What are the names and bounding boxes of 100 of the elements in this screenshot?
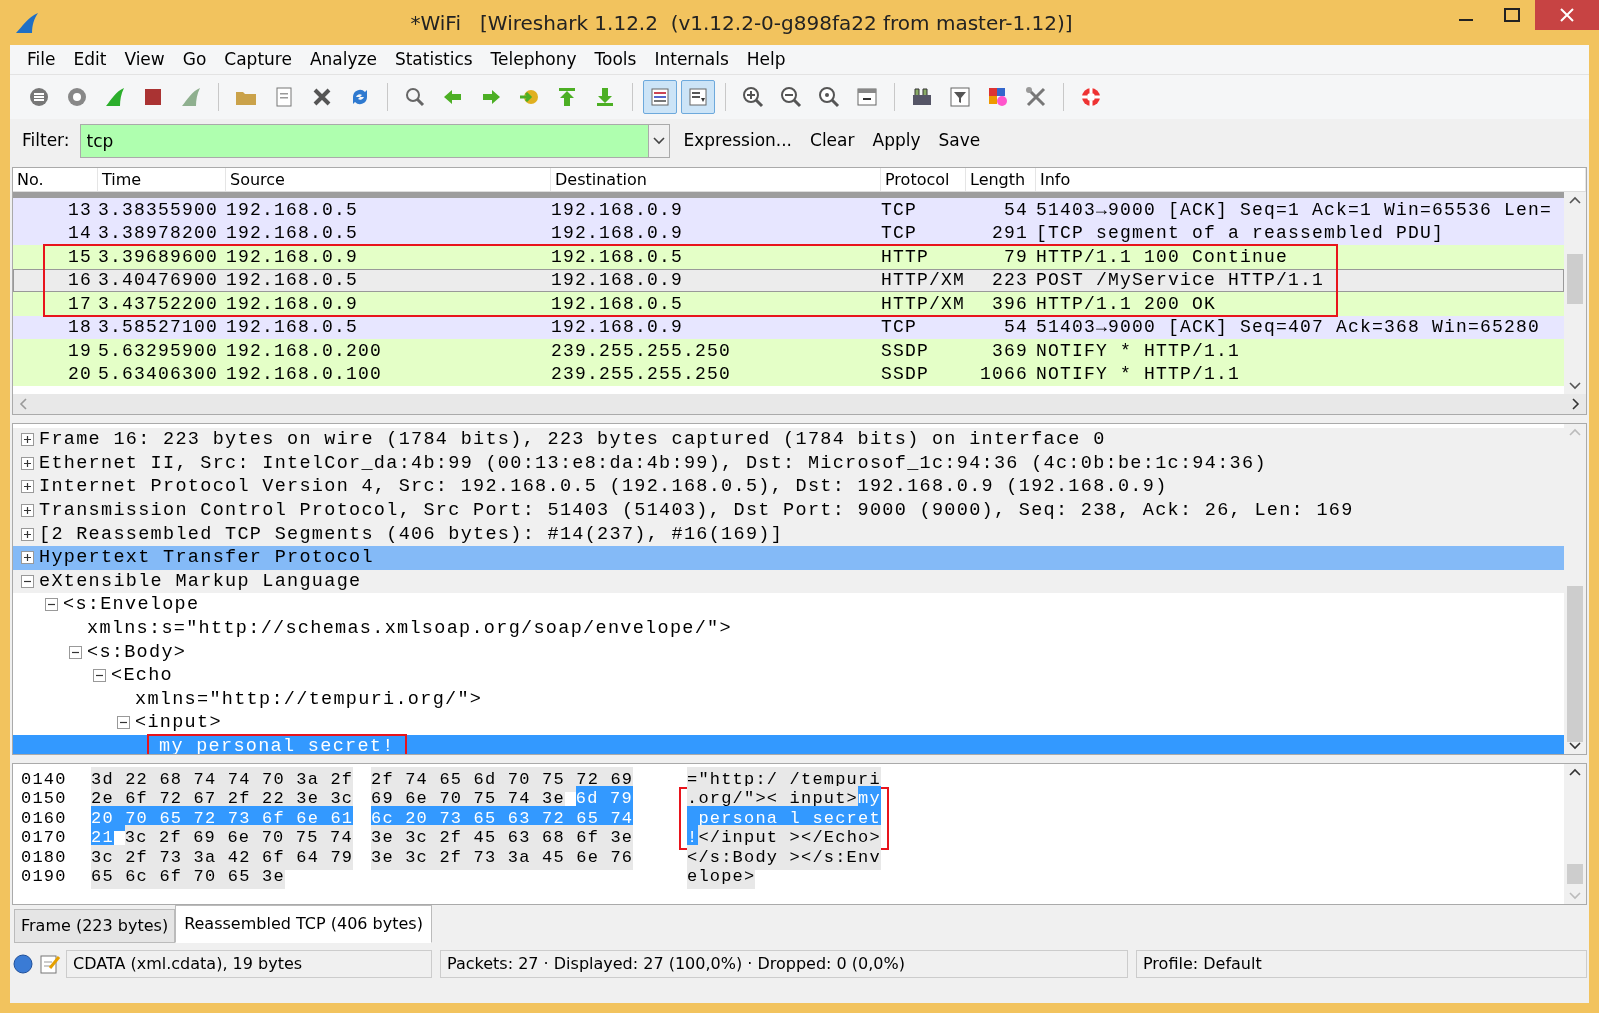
menu-item[interactable]: Telephony [481,44,586,75]
expand-icon[interactable] [21,456,34,470]
maximize-icon [1504,8,1520,22]
zoom-out-icon [779,85,803,109]
table-cell-text: 192.168.0.200 [226,340,384,361]
tree-item[interactable]: <Echo [111,665,173,687]
tab[interactable]: Frame (223 bytes) [14,909,176,943]
menu-item[interactable]: Go [173,44,216,75]
menu-item[interactable]: Help [737,44,795,75]
filter-action-button[interactable]: Apply [868,128,925,154]
table-cell-text: 192.168.0.5 [551,246,685,267]
packet-row[interactable]: 18 3.58527100 192.168.0.5 192.168.0.9 TCP 54 51403→9000 [ACK] Seq=407 Ack=368 Win=65280 [13,315,1564,339]
table-cell-text: 15 [67,246,93,267]
funnel-icon [948,85,972,109]
table-cell-text: 3.58527100 [98,317,220,338]
table-cell: HTTP/XM [881,293,966,314]
tree-item[interactable]: eXtensible Markup Language [39,570,362,592]
table-cell-text: 51403→9000 [ACK] Seq=1 Ack=1 Win=65536 Len= [1036,199,1554,220]
filter-field[interactable]: tcp [79,124,648,158]
menu-item[interactable]: Tools [585,44,646,75]
table-cell: HTTP/XM [881,270,966,291]
horizontal-scrollbar[interactable] [13,394,1586,414]
scroll-thumb[interactable] [1567,864,1583,884]
column-header[interactable]: Protocol [881,168,966,191]
column-header[interactable]: Destination [551,168,881,191]
tree-item[interactable]: xmlns="http://tempuri.org/"> [135,688,483,710]
status-dot-icon[interactable] [12,953,34,975]
packet-row[interactable]: 16 3.40476900 192.168.0.5 192.168.0.9 HTTP/XM 223 POST /MyService HTTP/1.1 [13,268,1564,292]
lifebuoy-icon [1079,85,1103,109]
scroll-thumb[interactable] [1567,585,1583,743]
table-cell-text: SSDP [881,364,930,385]
tree-item[interactable]: <s:Body> [87,641,187,663]
search-icon [403,85,427,109]
packet-row[interactable]: 14 3.38978200 192.168.0.5 192.168.0.9 TCP 291 [TCP segment of a reassembled PDU] [13,221,1564,245]
expand-icon[interactable] [21,480,34,494]
collapse-icon[interactable] [93,669,106,683]
tree-item[interactable]: xmlns:s="http://schemas.xmlsoap.org/soap/envelope/"> [87,618,732,640]
dropdown-caret-icon[interactable] [652,137,665,145]
tree-item[interactable]: <s:Envelope [63,594,200,616]
menu-item[interactable]: Statistics [385,44,482,75]
table-cell-text: 14 [67,223,93,244]
filter-action-button[interactable]: Expression... [679,128,797,154]
toolbar-button[interactable] [681,80,715,114]
scroll-up-icon[interactable] [1569,768,1581,776]
collapse-icon[interactable] [117,716,130,730]
table-cell-text: 396 [991,293,1029,314]
collapse-icon[interactable] [45,598,58,612]
column-header[interactable]: Source [226,168,551,191]
menu-item[interactable]: Edit [64,44,116,75]
scroll-down-icon[interactable] [1569,742,1581,750]
close-button[interactable] [1535,0,1599,30]
table-cell-text: 13 [67,199,93,220]
scrollbar[interactable] [1564,764,1586,904]
scroll-down-icon[interactable] [1569,382,1581,390]
tab[interactable]: Reassembled TCP (406 bytes) [175,905,432,943]
table-cell-text: 3.43752200 [98,293,220,314]
column-header[interactable]: Info [1036,168,1586,191]
shark-fin-logo [14,10,40,35]
scroll-thumb[interactable] [1567,254,1583,304]
packet-row[interactable]: 15 3.39689600 192.168.0.9 192.168.0.5 HTTP 79 HTTP/1.1 100 Continue [13,245,1564,269]
table-cell-text: 3.40476900 [98,270,220,291]
expand-icon[interactable] [21,551,34,565]
menu-item[interactable]: Internals [645,44,738,75]
table-cell-text: 1066 [979,364,1029,385]
shark-fin-icon [103,85,127,109]
packet-row[interactable]: 17 3.43752200 192.168.0.9 192.168.0.5 HTTP/XM 396 HTTP/1.1 200 OK [13,292,1564,316]
packet-row[interactable]: 20 5.63406300 192.168.0.100 239.255.255.250 SSDP 1066 NOTIFY * HTTP/1.1 [13,362,1564,386]
collapse-icon[interactable] [69,645,82,659]
column-header[interactable]: Time [98,168,226,191]
tree-item[interactable]: <input> [135,712,222,734]
filter-label: Filter: [22,129,70,153]
expand-icon[interactable] [21,433,34,447]
menu-item[interactable]: View [115,44,174,75]
filter-action-button[interactable]: Clear [806,128,859,154]
expand-icon[interactable] [21,504,34,518]
column-header[interactable]: Length [966,168,1036,191]
column-header[interactable]: No. [13,168,98,191]
filter-action-button[interactable]: Save [934,128,985,154]
scroll-up-icon[interactable] [1569,196,1581,204]
menu-item[interactable]: Capture [215,44,301,75]
packet-row[interactable]: 13 3.38355900 192.168.0.5 192.168.0.9 TCP 54 51403→9000 [ACK] Seq=1 Ack=1 Win=65536 Len= [13,198,1564,222]
scrollbar[interactable] [1564,424,1586,754]
table-cell-text: 16 [67,270,93,291]
table-cell-text: 3.38355900 [98,199,220,220]
zoom-icon [817,85,841,109]
table-cell-text: TCP [881,223,918,244]
scrollbar[interactable] [1564,192,1586,394]
table-cell-text: 291 [991,223,1029,244]
packet-row[interactable]: 19 5.63295900 192.168.0.200 239.255.255.250 SSDP 369 NOTIFY * HTTP/1.1 [13,339,1564,363]
collapse-icon[interactable] [21,574,34,588]
menu-item[interactable]: File [18,44,65,75]
scroll-right-icon[interactable] [1572,398,1580,410]
table-cell-text: 192.168.0.9 [551,223,685,244]
byte-offset: 0180 [21,847,68,867]
menu-item[interactable]: Analyze [300,44,386,75]
table-cell-text: 192.168.0.100 [226,364,384,385]
palette-icon [986,85,1010,109]
toolbar-button[interactable] [643,80,677,114]
tree-item[interactable]: Hypertext Transfer Protocol [39,547,374,569]
expand-icon[interactable] [21,527,34,541]
